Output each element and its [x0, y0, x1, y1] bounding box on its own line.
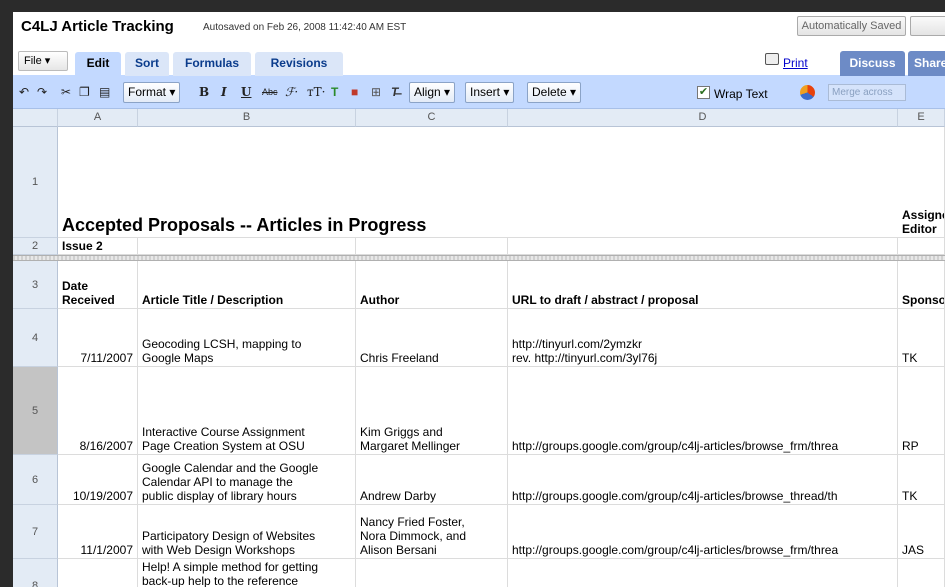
- paste-icon[interactable]: ▤: [99, 84, 110, 100]
- table-cell[interactable]: [356, 238, 508, 255]
- spreadsheet-window: C4LJ Article Tracking Autosaved on Feb 2…: [13, 12, 945, 587]
- tab-revisions[interactable]: Revisions: [255, 52, 343, 77]
- column-title-author[interactable]: Author: [356, 261, 508, 309]
- bold-icon[interactable]: B: [199, 84, 209, 100]
- title-bar: C4LJ Article Tracking Autosaved on Feb 2…: [13, 12, 945, 46]
- sheet-title: Accepted Proposals -- Articles in Progre…: [62, 215, 427, 235]
- copy-icon[interactable]: ❐: [79, 84, 90, 100]
- row-header[interactable]: 6: [13, 455, 58, 505]
- underline-icon[interactable]: U: [241, 84, 251, 100]
- merge-across-button[interactable]: Merge across: [828, 84, 906, 101]
- automatically-saved-button[interactable]: Automatically Saved: [797, 16, 906, 36]
- font-family-icon[interactable]: ℱ·: [285, 84, 298, 100]
- tab-formulas[interactable]: Formulas: [173, 52, 251, 77]
- delete-menu[interactable]: Delete ▾: [527, 82, 582, 103]
- column-title-url[interactable]: URL to draft / abstract / proposal: [508, 261, 898, 309]
- printer-icon[interactable]: [765, 53, 779, 65]
- wrap-text-checkbox[interactable]: ✔: [697, 86, 710, 99]
- row-header[interactable]: 4: [13, 309, 58, 367]
- tab-bar: File ▾ Edit Sort Formulas Revisions Prin…: [13, 46, 945, 77]
- borders-icon[interactable]: ⊞: [371, 84, 381, 100]
- table-cell[interactable]: TK: [898, 309, 945, 367]
- print-link[interactable]: Print: [783, 56, 808, 70]
- column-title-article[interactable]: Article Title / Description: [138, 261, 356, 309]
- row-header[interactable]: 2: [13, 238, 58, 255]
- table-cell[interactable]: http://groups.google.com/group/c4lj-arti…: [508, 367, 898, 455]
- table-cell[interactable]: [508, 238, 898, 255]
- column-header-a[interactable]: A: [58, 109, 138, 127]
- row-header-selected[interactable]: 5: [13, 367, 58, 455]
- format-menu[interactable]: Format ▾: [123, 82, 181, 103]
- table-cell[interactable]: [898, 559, 945, 587]
- column-header-e[interactable]: E: [898, 109, 945, 127]
- column-title-date[interactable]: Date Received: [58, 261, 138, 309]
- corner-cell[interactable]: [13, 109, 58, 127]
- table-cell[interactable]: JAS: [898, 505, 945, 559]
- table-cell[interactable]: http://tinyurl.com/2ymzkr rev. http://ti…: [508, 309, 898, 367]
- row-header[interactable]: 7: [13, 505, 58, 559]
- column-header-b[interactable]: B: [138, 109, 356, 127]
- undo-icon[interactable]: ↶: [19, 84, 29, 100]
- table-cell[interactable]: Geocoding LCSH, mapping to Google Maps: [138, 309, 356, 367]
- italic-icon[interactable]: I: [221, 84, 227, 100]
- text-color-icon[interactable]: T: [331, 84, 338, 100]
- save-menu-button[interactable]: [910, 16, 945, 36]
- table-cell[interactable]: Nancy Fried Foster, Nora Dimmock, and Al…: [356, 505, 508, 559]
- sheet-title-cell[interactable]: Accepted Proposals -- Articles in Progre…: [58, 127, 898, 238]
- table-cell[interactable]: Interactive Course Assignment Page Creat…: [138, 367, 356, 455]
- share-tab[interactable]: Share: [908, 51, 945, 76]
- table-cell[interactable]: Google Calendar and the Google Calendar …: [138, 455, 356, 505]
- autosave-status: Autosaved on Feb 26, 2008 11:42:40 AM ES…: [203, 22, 407, 33]
- insert-menu[interactable]: Insert ▾: [465, 82, 515, 103]
- table-cell[interactable]: Chris Freeland: [356, 309, 508, 367]
- cut-icon[interactable]: ✂: [61, 84, 71, 100]
- wrap-text-label: Wrap Text: [714, 87, 768, 101]
- table-cell[interactable]: TK: [898, 455, 945, 505]
- table-cell[interactable]: [356, 559, 508, 587]
- column-header-d[interactable]: D: [508, 109, 898, 127]
- table-cell[interactable]: Participatory Design of Websites with We…: [138, 505, 356, 559]
- table-cell[interactable]: [898, 238, 945, 255]
- tab-edit[interactable]: Edit: [75, 52, 121, 77]
- table-cell[interactable]: Andrew Darby: [356, 455, 508, 505]
- tab-sort[interactable]: Sort: [125, 52, 169, 77]
- table-cell[interactable]: Issue 2: [58, 238, 138, 255]
- table-cell[interactable]: RP: [898, 367, 945, 455]
- table-cell[interactable]: 11/1/2007: [58, 505, 138, 559]
- formatting-toolbar: ↶ ↷ ✂ ❐ ▤ Format ▾ B I U Abc ℱ· тT· T ■ …: [13, 76, 945, 109]
- column-title-sponsor[interactable]: Sponsor: [898, 261, 945, 309]
- row-header[interactable]: 1: [13, 127, 58, 238]
- table-cell[interactable]: http://groups.google.com/group/c4lj-arti…: [508, 455, 898, 505]
- row-header[interactable]: 8: [13, 559, 58, 587]
- file-menu[interactable]: File ▾: [18, 51, 68, 71]
- table-cell[interactable]: [138, 238, 356, 255]
- table-cell[interactable]: 8/16/2007: [58, 367, 138, 455]
- table-cell[interactable]: Help! A simple method for getting back-u…: [138, 559, 356, 587]
- font-size-icon[interactable]: тT·: [307, 84, 325, 100]
- table-cell[interactable]: Assigned Editor: [898, 127, 945, 238]
- redo-icon[interactable]: ↷: [37, 84, 47, 100]
- discuss-tab[interactable]: Discuss: [840, 51, 905, 76]
- strikethrough-icon[interactable]: Abc: [262, 84, 278, 100]
- chart-icon[interactable]: [800, 85, 815, 100]
- clear-formatting-icon[interactable]: T̶: [391, 84, 398, 100]
- background-color-icon[interactable]: ■: [351, 84, 358, 100]
- row-header[interactable]: 3: [13, 261, 58, 309]
- table-cell[interactable]: [58, 559, 138, 587]
- table-cell[interactable]: Kim Griggs and Margaret Mellinger: [356, 367, 508, 455]
- table-cell[interactable]: [508, 559, 898, 587]
- column-header-c[interactable]: C: [356, 109, 508, 127]
- align-menu[interactable]: Align ▾: [409, 82, 456, 103]
- table-cell[interactable]: http://groups.google.com/group/c4lj-arti…: [508, 505, 898, 559]
- table-cell[interactable]: 7/11/2007: [58, 309, 138, 367]
- document-title[interactable]: C4LJ Article Tracking: [21, 18, 174, 35]
- table-cell[interactable]: 10/19/2007: [58, 455, 138, 505]
